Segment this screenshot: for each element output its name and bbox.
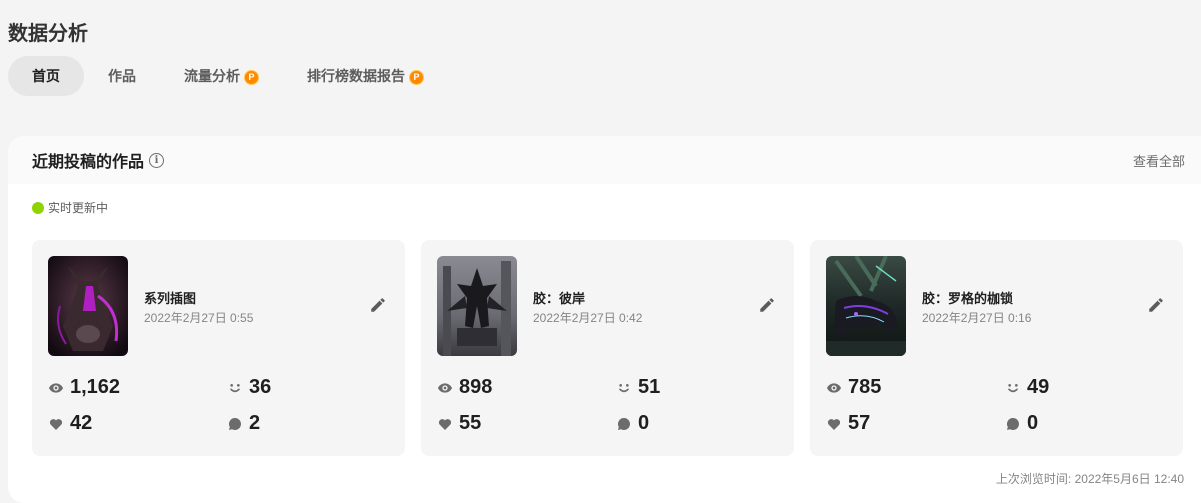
- views-stat: 898: [437, 376, 492, 399]
- premium-badge-icon: P: [409, 69, 424, 85]
- smile-icon: [619, 383, 629, 392]
- work-title[interactable]: 胶：彼岸: [533, 288, 585, 307]
- likes-stat: 42: [48, 412, 92, 435]
- tab-label: 作品: [108, 68, 136, 84]
- panel-title: 近期投稿的作品 i: [32, 148, 165, 172]
- reactions-stat: 51: [616, 376, 660, 399]
- reactions-count: 49: [1027, 376, 1050, 398]
- likes-count: 55: [459, 412, 482, 434]
- likes-stat: 57: [826, 412, 870, 435]
- views-stat: 785: [826, 376, 881, 399]
- heart-icon: [827, 418, 841, 430]
- eye-icon: [49, 382, 63, 393]
- tab-ranking-report[interactable]: 排行榜数据报告 P: [283, 56, 448, 96]
- page-title: 数据分析: [8, 23, 88, 45]
- smile-icon: [230, 383, 240, 392]
- comments-count: 0: [638, 412, 650, 434]
- work-date: 2022年2月27日 0:16: [922, 311, 1032, 325]
- views-count: 785: [848, 376, 882, 398]
- views-stat: 1,162: [48, 376, 120, 399]
- tab-label: 首页: [32, 68, 60, 84]
- reactions-stat: 49: [1005, 376, 1049, 399]
- reactions-count: 51: [638, 376, 661, 398]
- edit-button[interactable]: [756, 294, 778, 316]
- eye-icon: [827, 382, 841, 393]
- view-all-link[interactable]: 查看全部: [1133, 151, 1185, 170]
- likes-count: 42: [70, 412, 93, 434]
- tab-works[interactable]: 作品: [84, 56, 160, 96]
- live-status: 实时更新中: [32, 199, 108, 216]
- premium-badge-icon: P: [244, 69, 259, 85]
- work-thumbnail[interactable]: [48, 256, 128, 356]
- work-thumbnail[interactable]: [437, 256, 517, 356]
- edit-button[interactable]: [1145, 294, 1167, 316]
- comments-count: 2: [249, 412, 261, 434]
- pencil-icon: [1149, 298, 1163, 312]
- tab-label: 排行榜数据报告: [307, 68, 405, 84]
- work-date: 2022年2月27日 0:55: [144, 311, 254, 325]
- panel-title-text: 近期投稿的作品: [32, 154, 145, 171]
- work-card[interactable]: 胶：彼岸 2022年2月27日 0:42 898 51 55 0: [421, 240, 794, 456]
- pencil-icon: [371, 298, 385, 312]
- reactions-stat: 36: [227, 376, 271, 399]
- views-count: 1,162: [70, 376, 121, 398]
- recent-works-panel: 近期投稿的作品 i 查看全部 实时更新中 系列插图 2022年2月27日 0:5…: [8, 136, 1201, 503]
- eye-icon: [438, 382, 452, 393]
- work-date: 2022年2月27日 0:42: [533, 311, 643, 325]
- views-count: 898: [459, 376, 493, 398]
- comments-stat: 2: [227, 412, 260, 435]
- reactions-count: 36: [249, 376, 272, 398]
- comments-stat: 0: [1005, 412, 1038, 435]
- tab-home[interactable]: 首页: [8, 56, 84, 96]
- comment-bubble-icon: [228, 417, 241, 430]
- comments-count: 0: [1027, 412, 1039, 434]
- live-status-text: 实时更新中: [48, 201, 109, 215]
- tab-label: 流量分析: [184, 68, 240, 84]
- tab-bar: 首页 作品 流量分析 P 排行榜数据报告 P: [8, 56, 448, 96]
- comment-bubble-icon: [1006, 417, 1019, 430]
- likes-stat: 55: [437, 412, 481, 435]
- heart-icon: [438, 418, 452, 430]
- smile-icon: [1008, 383, 1018, 392]
- work-title[interactable]: 胶：罗格的枷锁: [922, 288, 1013, 307]
- work-thumbnail[interactable]: [826, 256, 906, 356]
- likes-count: 57: [848, 412, 871, 434]
- comment-bubble-icon: [617, 417, 630, 430]
- works-list: 系列插图 2022年2月27日 0:55 1,162 36 42 2 胶：彼岸 …: [32, 240, 1183, 456]
- live-indicator-icon: [32, 201, 44, 214]
- tab-traffic-analysis[interactable]: 流量分析 P: [160, 56, 283, 96]
- work-card[interactable]: 系列插图 2022年2月27日 0:55 1,162 36 42 2: [32, 240, 405, 456]
- panel-header: 近期投稿的作品 i 查看全部: [8, 136, 1201, 184]
- work-title[interactable]: 系列插图: [144, 288, 196, 307]
- info-icon[interactable]: i: [149, 152, 165, 168]
- work-card[interactable]: 胶：罗格的枷锁 2022年2月27日 0:16 785 49 57 0: [810, 240, 1183, 456]
- heart-icon: [49, 418, 63, 430]
- last-viewed-time: 上次浏览时间: 2022年5月6日 12:40: [995, 472, 1184, 486]
- pencil-icon: [760, 298, 774, 312]
- edit-button[interactable]: [367, 294, 389, 316]
- comments-stat: 0: [616, 412, 649, 435]
